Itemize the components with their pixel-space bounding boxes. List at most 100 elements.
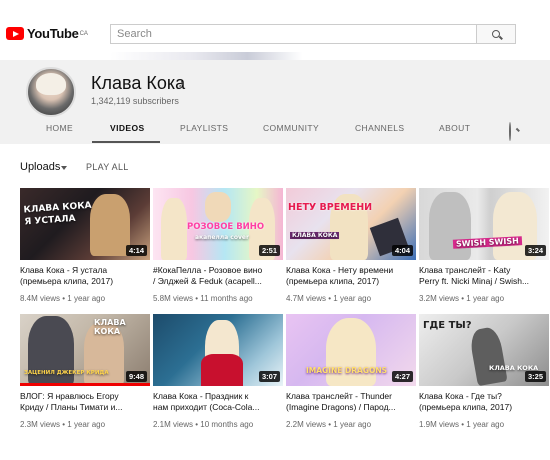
thumb-subtext: ЗАЦЕНИЛ ДЖЕКЕР КРИДА bbox=[24, 370, 109, 376]
logo-text: YouTube bbox=[27, 26, 79, 41]
video-meta: 3.2M views • 1 year ago bbox=[419, 294, 505, 303]
channel-header: Клава Кока ♪ 1,342,119 subscribers HOME … bbox=[0, 60, 550, 144]
video-duration: 4:04 bbox=[391, 245, 413, 256]
video-duration: 4:27 bbox=[391, 371, 413, 382]
upload-age: 1 year ago bbox=[67, 420, 106, 429]
video-title[interactable]: Клава транслейт - Katy Perry ft. Nicki M… bbox=[419, 265, 549, 287]
thumb-subtext: КЛАВА КОКА bbox=[290, 232, 340, 239]
video-duration: 3:25 bbox=[524, 371, 546, 382]
play-all-button[interactable]: PLAY ALL bbox=[86, 162, 129, 172]
thumb-text: КЛАВА КОКА Я УСТАЛА bbox=[23, 200, 92, 228]
upload-age: 1 year ago bbox=[333, 294, 372, 303]
upload-age: 11 months ago bbox=[200, 294, 253, 303]
video-title-line: Клава Кока - Нету времени bbox=[286, 265, 394, 275]
video-title-line: Клава Кока - Где ты? bbox=[419, 391, 502, 401]
view-count: 8.4M views bbox=[20, 294, 61, 303]
upload-age: 1 year ago bbox=[67, 294, 106, 303]
tab-home[interactable]: HOME bbox=[46, 123, 73, 133]
thumb-subtext: акапелла cover bbox=[195, 234, 249, 241]
channel-name: Клава Кока bbox=[91, 73, 186, 93]
subscriber-count: 1,342,119 subscribers bbox=[91, 96, 179, 106]
upload-age: 1 year ago bbox=[333, 420, 372, 429]
upload-age: 1 year ago bbox=[466, 420, 505, 429]
tab-videos[interactable]: VIDEOS bbox=[110, 123, 145, 133]
view-count: 1.9M views bbox=[419, 420, 460, 429]
video-thumbnail[interactable]: НЕТУ ВРЕМЕНИ КЛАВА КОКА 4:04 bbox=[286, 188, 416, 260]
avatar-hair bbox=[36, 73, 66, 95]
view-count: 4.7M views bbox=[286, 294, 327, 303]
uploads-bar: Uploads PLAY ALL bbox=[0, 144, 550, 184]
view-count: 2.2M views bbox=[286, 420, 327, 429]
video-duration: 3:07 bbox=[258, 371, 280, 382]
logo-region: CA bbox=[79, 30, 88, 37]
video-title-line: Клава транслейт - Thunder bbox=[286, 391, 392, 401]
tab-community[interactable]: COMMUNITY bbox=[263, 123, 319, 133]
channel-banner bbox=[0, 52, 550, 60]
video-title[interactable]: Клава транслейт - Thunder (Imagine Drago… bbox=[286, 391, 416, 413]
video-meta: 5.8M views • 11 months ago bbox=[153, 294, 253, 303]
search-icon bbox=[492, 30, 500, 38]
search-input[interactable]: Search bbox=[110, 24, 476, 44]
video-thumbnail[interactable]: КЛАВА КОКА Я УСТАЛА 4:14 bbox=[20, 188, 150, 260]
view-count: 2.3M views bbox=[20, 420, 61, 429]
video-title[interactable]: Клава Кока - Где ты? (премьера клипа, 20… bbox=[419, 391, 549, 413]
thumb-text: КЛАВА КОКА bbox=[94, 318, 126, 336]
thumb-text: IMAGINE DRAGONS bbox=[306, 366, 388, 375]
view-count: 2.1M views bbox=[153, 420, 194, 429]
tab-playlists[interactable]: PLAYLISTS bbox=[180, 123, 228, 133]
video-title-line: ВЛОГ: Я нравлюсь Егору bbox=[20, 391, 119, 401]
video-thumbnail[interactable]: 3:07 bbox=[153, 314, 283, 386]
video-thumbnail[interactable]: ГДЕ ТЫ? КЛАВА КОКА 3:25 bbox=[419, 314, 549, 386]
video-meta: 1.9M views • 1 year ago bbox=[419, 420, 505, 429]
tab-channels[interactable]: CHANNELS bbox=[355, 123, 405, 133]
video-title[interactable]: Клава Кока - Праздник к нам приходит (Co… bbox=[153, 391, 283, 413]
video-meta: 2.1M views • 10 months ago bbox=[153, 420, 254, 429]
caret-down-icon[interactable] bbox=[61, 166, 67, 170]
video-title-line: нам приходит (Coca-Cola... bbox=[153, 402, 260, 412]
video-thumbnail[interactable]: КЛАВА КОКА ЗАЦЕНИЛ ДЖЕКЕР КРИДА 9:48 bbox=[20, 314, 150, 386]
uploads-sort-dropdown[interactable]: Uploads bbox=[20, 161, 60, 173]
thumb-text: НЕТУ ВРЕМЕНИ bbox=[288, 202, 373, 213]
thumb-scarf bbox=[201, 354, 243, 386]
video-thumbnail[interactable]: РОЗОВОЕ ВИНО акапелла cover 2:51 bbox=[153, 188, 283, 260]
video-duration: 9:48 bbox=[125, 371, 147, 382]
channel-tabs: HOME VIDEOS PLAYLISTS COMMUNITY CHANNELS… bbox=[0, 120, 550, 144]
thumb-figure bbox=[429, 192, 471, 260]
upload-age: 10 months ago bbox=[200, 420, 254, 429]
video-title-line: Криду / Планы Тимати и... bbox=[20, 402, 123, 412]
youtube-logo[interactable]: YouTube CA bbox=[6, 26, 88, 41]
thumb-text: РОЗОВОЕ ВИНО bbox=[187, 222, 265, 232]
video-meta: 2.3M views • 1 year ago bbox=[20, 420, 106, 429]
masthead: YouTube CA Search bbox=[0, 0, 550, 52]
view-count: 3.2M views bbox=[419, 294, 460, 303]
thumb-figure bbox=[205, 192, 231, 222]
video-duration: 2:51 bbox=[258, 245, 280, 256]
video-title[interactable]: #КокаПелла - Розовое вино / Элджей & Fed… bbox=[153, 265, 283, 287]
video-title-line: Клава Кока - Праздник к bbox=[153, 391, 249, 401]
thumb-figure bbox=[326, 318, 376, 386]
video-meta: 2.2M views • 1 year ago bbox=[286, 420, 372, 429]
channel-search-icon bbox=[509, 122, 511, 141]
video-title-line: Клава транслейт - Katy bbox=[419, 265, 511, 275]
music-note-icon: ♪ bbox=[178, 76, 184, 90]
tab-about[interactable]: ABOUT bbox=[439, 123, 470, 133]
video-title-line: / Элджей & Feduk (acapell... bbox=[153, 276, 262, 286]
thumb-figure bbox=[90, 194, 130, 256]
channel-avatar[interactable] bbox=[26, 67, 76, 117]
watch-progress-bar bbox=[20, 383, 150, 386]
video-duration: 3:24 bbox=[524, 245, 546, 256]
video-title[interactable]: Клава Кока - Я устала (премьера клипа, 2… bbox=[20, 265, 150, 287]
video-thumbnail[interactable]: IMAGINE DRAGONS 4:27 bbox=[286, 314, 416, 386]
video-title-line: Клава Кока - Я устала bbox=[20, 265, 108, 275]
video-title-line: #КокаПелла - Розовое вино bbox=[153, 265, 263, 275]
video-title[interactable]: ВЛОГ: Я нравлюсь Егору Криду / Планы Тим… bbox=[20, 391, 150, 413]
active-tab-indicator bbox=[92, 141, 160, 143]
thumb-figure bbox=[161, 198, 187, 260]
video-title[interactable]: Клава Кока - Нету времени (премьера клип… bbox=[286, 265, 416, 287]
thumb-figure bbox=[468, 325, 508, 386]
video-title-line: Perry ft. Nicki Minaj / Swish... bbox=[419, 276, 530, 286]
video-thumbnail[interactable]: SWISH SWISH 3:24 bbox=[419, 188, 549, 260]
upload-age: 1 year ago bbox=[466, 294, 505, 303]
search-button[interactable] bbox=[476, 24, 516, 44]
channel-search-button[interactable] bbox=[509, 122, 511, 141]
